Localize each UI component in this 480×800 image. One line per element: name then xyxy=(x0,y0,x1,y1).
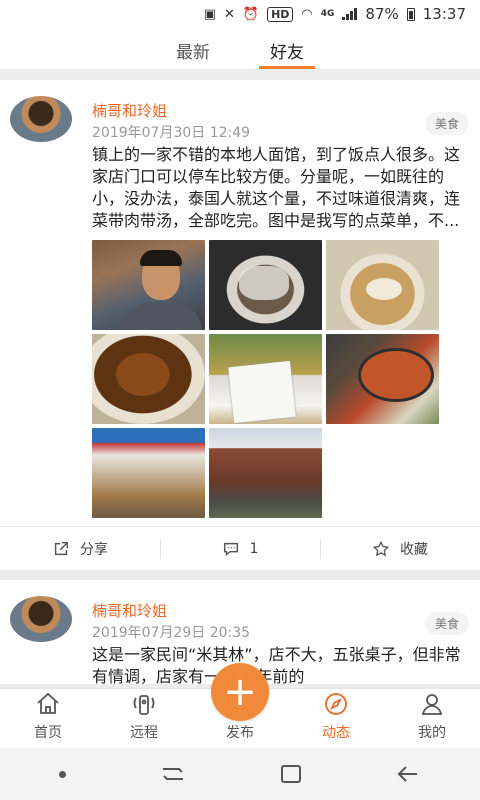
photo-thumbnail[interactable] xyxy=(92,240,205,330)
photo-thumbnail[interactable] xyxy=(92,428,205,518)
star-icon xyxy=(372,540,390,556)
post-username[interactable]: 楠哥和玲姐 xyxy=(92,600,167,621)
nav-label: 首页 xyxy=(34,725,62,741)
category-badge[interactable]: 美食 xyxy=(425,112,468,135)
avatar[interactable] xyxy=(10,596,72,642)
comment-count: 1 xyxy=(249,540,259,557)
back-icon[interactable] xyxy=(395,764,421,784)
nav-remote[interactable]: 远程 xyxy=(96,689,192,748)
share-icon xyxy=(54,541,69,555)
remote-icon xyxy=(133,695,155,715)
plus-icon: + xyxy=(223,669,257,715)
alarm-icon: ⏰ xyxy=(242,6,260,22)
photo-thumbnail[interactable] xyxy=(326,334,439,424)
category-badge[interactable]: 美食 xyxy=(425,612,468,635)
wifi-icon: ◠ xyxy=(301,6,313,22)
share-label: 分享 xyxy=(80,541,108,558)
status-bar: ▣ ✕ ⏰ HD ◠ 4G 87% 13:37 xyxy=(0,0,480,28)
nav-mine[interactable]: 我的 xyxy=(384,689,480,748)
photo-thumbnail[interactable] xyxy=(209,240,322,330)
post-time: 2019年07月29日 20:35 xyxy=(92,625,251,641)
favorite-button[interactable]: 收藏 xyxy=(320,527,480,570)
nav-moments[interactable]: 动态 xyxy=(288,689,384,748)
nav-label: 远程 xyxy=(130,725,158,741)
post-username[interactable]: 楠哥和玲姐 xyxy=(92,100,167,121)
nav-publish[interactable]: + 发布 xyxy=(192,663,288,748)
photo-thumbnail[interactable] xyxy=(209,334,322,424)
dot-button[interactable] xyxy=(59,770,67,778)
post-card[interactable]: 楠哥和玲姐 2019年07月30日 12:49 美食 镇上的一家不错的本地人面馆… xyxy=(0,80,480,570)
photo-thumbnail[interactable] xyxy=(209,428,322,518)
home-button[interactable] xyxy=(280,765,301,783)
post-time: 2019年07月30日 12:49 xyxy=(92,125,251,141)
tab-friends[interactable]: 好友 xyxy=(259,28,315,69)
compass-icon xyxy=(325,693,347,715)
signal-icon xyxy=(342,8,358,20)
clock: 13:37 xyxy=(422,5,466,23)
top-tabs: 最新 好友 xyxy=(0,28,480,70)
favorite-label: 收藏 xyxy=(400,541,428,558)
system-nav-bar xyxy=(0,748,480,800)
hd-badge: HD xyxy=(267,6,294,22)
nav-label: 发布 xyxy=(226,725,254,741)
photo-thumbnail[interactable] xyxy=(326,240,439,330)
recents-icon[interactable] xyxy=(160,764,186,784)
post-actions: 分享 1 收藏 xyxy=(0,526,480,570)
feed[interactable]: 楠哥和玲姐 2019年07月30日 12:49 美食 镇上的一家不错的本地人面馆… xyxy=(0,70,480,688)
comment-button[interactable]: 1 xyxy=(160,527,320,570)
photo-thumbnail[interactable] xyxy=(92,334,205,424)
publish-fab[interactable]: + xyxy=(211,663,269,721)
person-icon xyxy=(421,694,443,715)
battery-percent: 87% xyxy=(365,5,399,23)
post-text[interactable]: 这是一家民间“米其林”，店不大，五张桌子，但非常有情调，店家有一台30年前的 xyxy=(92,644,472,684)
post-text[interactable]: 镇上的一家不错的本地人面馆，到了饭点人很多。这家店门口可以停车比较方便。分量呢，… xyxy=(92,144,472,232)
comment-icon xyxy=(223,542,238,556)
battery-icon xyxy=(406,7,415,21)
notification-icon: ▣ xyxy=(203,6,216,22)
nav-label: 动态 xyxy=(322,725,350,741)
mute-icon: ✕ xyxy=(223,6,235,22)
avatar[interactable] xyxy=(10,96,72,142)
home-icon xyxy=(37,692,59,714)
photo-grid xyxy=(92,240,480,518)
nav-label: 我的 xyxy=(418,725,446,741)
network-type: 4G xyxy=(320,9,335,19)
tab-latest[interactable]: 最新 xyxy=(165,28,221,69)
nav-home[interactable]: 首页 xyxy=(0,689,96,748)
share-button[interactable]: 分享 xyxy=(0,527,160,570)
bottom-nav: 首页 远程 + 发布 动态 我的 xyxy=(0,663,480,748)
